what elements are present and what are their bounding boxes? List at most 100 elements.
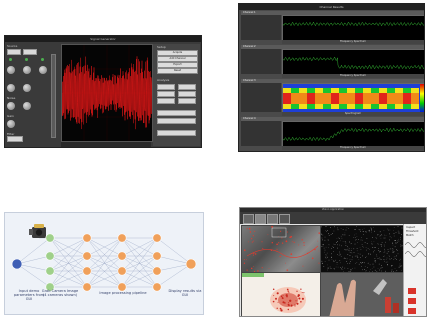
gain-knob[interactable] <box>23 66 31 74</box>
status-swatch <box>408 298 416 304</box>
spectrum-trace <box>282 127 424 142</box>
oscilloscope-display <box>61 44 153 142</box>
pipeline-node <box>117 282 127 292</box>
setting-field[interactable] <box>157 130 196 136</box>
status-led <box>41 58 44 61</box>
channel-row: Channel 2 Frequency Spectrum <box>241 45 424 78</box>
spectrum-plot <box>282 121 424 148</box>
toolbar-button[interactable] <box>279 214 290 224</box>
spectrum-trace <box>282 56 424 70</box>
pipeline-node <box>45 233 55 243</box>
status-led <box>25 58 28 61</box>
settings-panel: Setup Acquire Add Channel Export Reset A… <box>153 44 200 146</box>
pipeline-node <box>152 233 162 243</box>
channel-row: Channel 1 Frequency Spectrum <box>241 11 424 44</box>
spectrogram-cells <box>283 84 419 113</box>
signal-generator-window: Signal Generator Source Noise Gain Filte… <box>4 35 202 148</box>
status-swatch <box>408 308 416 314</box>
setting-field[interactable] <box>157 98 175 104</box>
control-label: Gain <box>7 114 14 118</box>
offset-knob[interactable] <box>7 84 15 92</box>
filter-knob[interactable] <box>7 120 15 128</box>
detection-markers <box>243 226 320 272</box>
pipeline-node <box>82 282 92 292</box>
pipeline-node <box>82 233 92 243</box>
grab-label: Grab Camera Image (4 cameras shown) <box>41 289 79 298</box>
spectrogram-plot <box>282 83 424 114</box>
toolbar <box>240 212 426 224</box>
pipeline-node <box>11 258 23 270</box>
status-led <box>9 58 12 61</box>
pipeline-node <box>117 266 127 276</box>
channel-row: Channel 4 Frequency Spectrum <box>241 117 424 151</box>
vision-app-window: Vision Application Inspect Threshold Mat… <box>239 207 427 317</box>
side-label: Inspect <box>406 226 416 229</box>
pipeline-node <box>152 251 162 261</box>
spectrum-trace <box>282 21 424 27</box>
camera-icon <box>29 224 46 238</box>
toolbar-button[interactable] <box>243 214 254 224</box>
setting-field[interactable] <box>178 91 196 97</box>
pipeline-node <box>117 251 127 261</box>
edge-texture <box>321 226 403 272</box>
status-bar <box>61 141 151 147</box>
setting-field[interactable] <box>157 110 196 116</box>
panel-header: Setup <box>157 45 166 49</box>
process-label: Image processing pipeline <box>99 291 147 295</box>
side-label: Threshold <box>406 230 419 233</box>
gain-knob[interactable] <box>7 66 15 74</box>
setting-field[interactable] <box>178 84 196 90</box>
filter-field[interactable] <box>7 136 23 142</box>
pipeline-diagram: Input demo parameters from GUI Grab Came… <box>4 212 204 315</box>
offset-knob[interactable] <box>23 84 31 92</box>
status-swatch <box>408 288 416 294</box>
mini-waveform <box>405 242 426 257</box>
control-label: Source <box>7 44 18 48</box>
channel-info <box>241 83 281 112</box>
panel-header: Analysis <box>157 78 170 82</box>
channel-info <box>241 121 281 146</box>
controls-panel: Source Noise Gain Filter <box>7 44 59 142</box>
plot-caption: Frequency Spectrum <box>282 74 424 78</box>
spectrum-plot <box>282 15 424 42</box>
camera-view-1[interactable] <box>241 225 321 273</box>
noise-knob[interactable] <box>23 102 31 110</box>
camera-view-3[interactable] <box>241 272 321 316</box>
channel-info <box>241 49 281 74</box>
camera-view-2[interactable] <box>320 225 404 273</box>
channel-results-window: Channel Results Channel 1 Frequency Spec… <box>238 3 425 152</box>
plot-caption: Frequency Spectrum <box>282 40 424 44</box>
setting-field[interactable] <box>157 91 175 97</box>
setting-field[interactable] <box>157 118 196 124</box>
pipeline-node <box>82 251 92 261</box>
setting-field[interactable] <box>157 84 175 90</box>
pipeline-node <box>45 251 55 261</box>
waveform-plot <box>61 45 153 141</box>
noise-knob[interactable] <box>7 102 15 110</box>
pipeline-node <box>152 282 162 292</box>
channel-info <box>241 15 281 40</box>
pipeline-node <box>117 233 127 243</box>
results-sidebar: Inspect Threshold Match <box>403 224 426 316</box>
pipeline-node <box>152 266 162 276</box>
display-label: Display results via GUI <box>168 289 202 298</box>
setting-field[interactable] <box>178 98 196 104</box>
pipeline-node <box>82 266 92 276</box>
camera-view-4[interactable] <box>320 272 404 316</box>
pipeline-node <box>45 266 55 276</box>
spectrum-plot <box>282 49 424 76</box>
gain-knob[interactable] <box>39 66 47 74</box>
level-slider[interactable] <box>51 54 56 138</box>
pipeline-edges <box>16 237 192 288</box>
source-field-2[interactable] <box>23 49 37 55</box>
toolbar-button[interactable] <box>267 214 278 224</box>
window-title: Channel Results <box>239 4 424 10</box>
toolbar-button[interactable] <box>255 214 266 224</box>
source-field[interactable] <box>7 49 21 55</box>
control-label: Noise <box>7 96 16 100</box>
colorbar <box>420 84 424 113</box>
pipeline-node <box>185 258 197 270</box>
reset-button[interactable]: Reset <box>157 68 198 74</box>
plot-caption: Frequency Spectrum <box>282 146 424 150</box>
pipeline-nodes <box>11 233 197 292</box>
